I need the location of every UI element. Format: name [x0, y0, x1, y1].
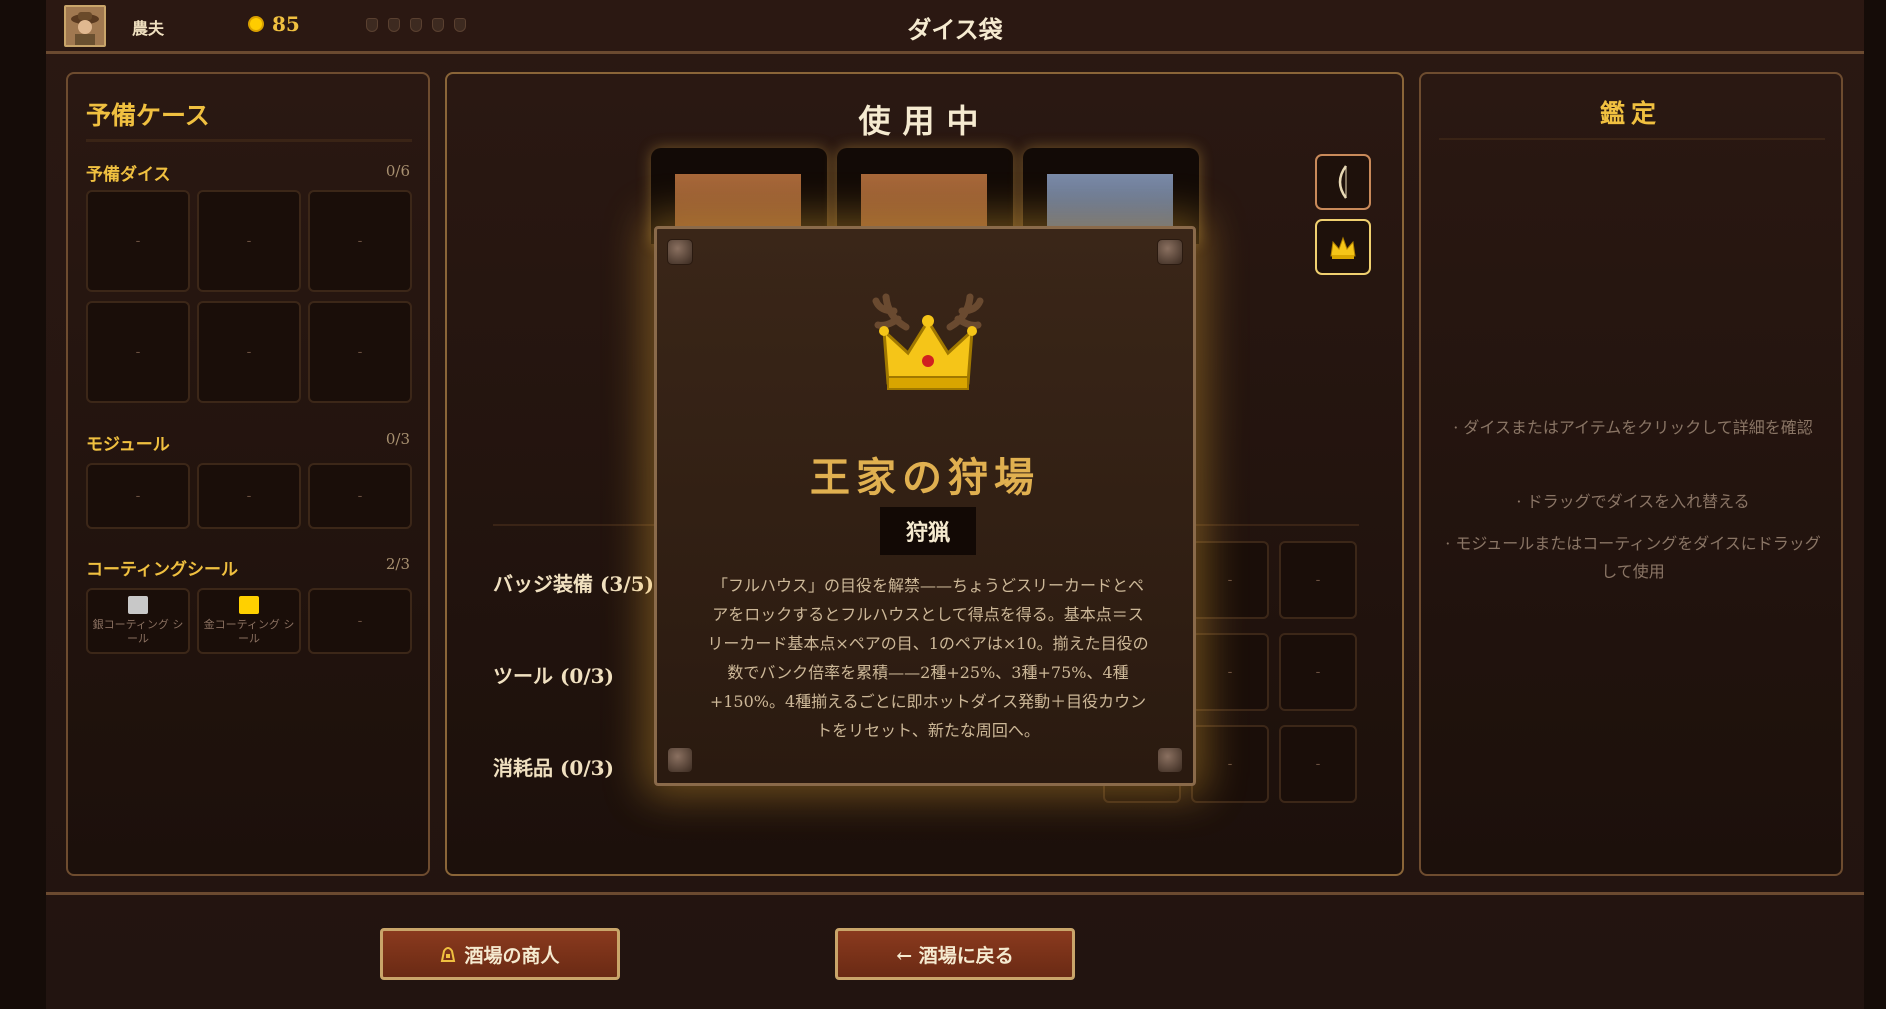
appraisal-panel: 鑑定 · ダイスまたはアイテムをクリックして詳細を確認 · ドラッグでダイスを入… — [1419, 72, 1843, 876]
spare-dice-slot[interactable]: - — [308, 190, 412, 292]
rivet-icon — [1157, 747, 1183, 773]
tavern-merchant-label: 酒場の商人 — [464, 944, 560, 967]
tool-slot[interactable]: - — [1279, 633, 1357, 711]
footer-divider — [46, 892, 1864, 895]
silver-seal-icon — [128, 596, 148, 614]
silver-seal-label: 銀コーティング シール — [92, 618, 184, 645]
spare-dice-label: 予備ダイス — [86, 165, 171, 185]
bag-icon — [441, 947, 456, 962]
consumables-label: 消耗品 (0/3) — [493, 756, 615, 780]
back-to-tavern-label: ← 酒場に戻る — [896, 944, 1014, 967]
gold-coating-seal[interactable]: 金コーティング シール — [197, 588, 301, 654]
modules-count: 0/3 — [385, 430, 410, 448]
coating-count: 2/3 — [385, 555, 410, 573]
tool-slot[interactable]: - — [1191, 633, 1269, 711]
module-slot[interactable]: - — [86, 463, 190, 529]
rivet-icon — [667, 747, 693, 773]
spare-case-panel: 予備ケース 予備ダイス 0/6 - - - - - - モジュール 0/3 - … — [66, 72, 430, 876]
appraisal-title: 鑑定 — [1599, 99, 1662, 128]
antler-crown-icon — [872, 293, 984, 390]
modules-label: モジュール — [86, 435, 170, 455]
badge-slot[interactable]: - — [1279, 541, 1357, 619]
tools-label: ツール (0/3) — [493, 664, 615, 688]
spare-dice-slot[interactable]: - — [197, 301, 301, 403]
bow-icon — [1338, 165, 1348, 199]
badge-name: 王家の狩場 — [810, 454, 1040, 501]
crown-icon — [1330, 236, 1356, 259]
badge-category-tag: 狩猟 — [880, 507, 976, 555]
spare-dice-count: 0/6 — [385, 162, 410, 180]
silver-coating-seal[interactable]: 銀コーティング シール — [86, 588, 190, 654]
rivet-icon — [1157, 239, 1183, 265]
coating-slot-empty[interactable]: - — [308, 588, 412, 654]
hint-text: · モジュールまたはコーティングをダイスにドラッグして使用 — [1445, 534, 1821, 581]
gold-seal-label: 金コーティング シール — [203, 618, 295, 645]
divider — [1439, 138, 1825, 140]
page-title: ダイス袋 — [907, 15, 1003, 44]
left-edge — [0, 0, 46, 1009]
spare-dice-slot[interactable]: - — [308, 301, 412, 403]
hint-text: · ダイスまたはアイテムをクリックして詳細を確認 — [1453, 418, 1813, 437]
in-use-title: 使用中 — [858, 102, 991, 140]
badge-slot[interactable]: - — [1191, 541, 1269, 619]
spare-dice-slot[interactable]: - — [86, 190, 190, 292]
badge-description: 「フルハウス」の目役を解禁——ちょうどスリーカードとペアをロックするとフルハウス… — [707, 576, 1149, 740]
badges-label: バッジ装備 (3/5) — [493, 572, 655, 596]
divider — [86, 139, 412, 142]
badge-detail-modal[interactable]: 王家の狩場 狩猟 「フルハウス」の目役を解禁——ちょうどスリーカードとペアをロッ… — [654, 226, 1196, 786]
consumable-slot[interactable]: - — [1191, 725, 1269, 803]
back-to-tavern-button[interactable]: ← 酒場に戻る — [835, 928, 1075, 980]
tavern-merchant-button[interactable]: 酒場の商人 — [380, 928, 620, 980]
spare-case-title: 予備ケース — [86, 101, 210, 130]
rivet-icon — [667, 239, 693, 265]
spare-dice-slot[interactable]: - — [197, 190, 301, 292]
bow-filter-button[interactable] — [1315, 154, 1371, 210]
module-slot[interactable]: - — [308, 463, 412, 529]
gold-seal-icon — [239, 596, 259, 614]
hint-text: · ドラッグでダイスを入れ替える — [1516, 492, 1750, 511]
consumable-slot[interactable]: - — [1279, 725, 1357, 803]
crown-filter-button[interactable] — [1315, 219, 1371, 275]
module-slot[interactable]: - — [197, 463, 301, 529]
right-edge — [1864, 0, 1886, 1009]
spare-dice-slot[interactable]: - — [86, 301, 190, 403]
coating-label: コーティングシール — [86, 560, 238, 580]
top-bar: 農夫 85 ダイス袋 — [46, 0, 1864, 54]
